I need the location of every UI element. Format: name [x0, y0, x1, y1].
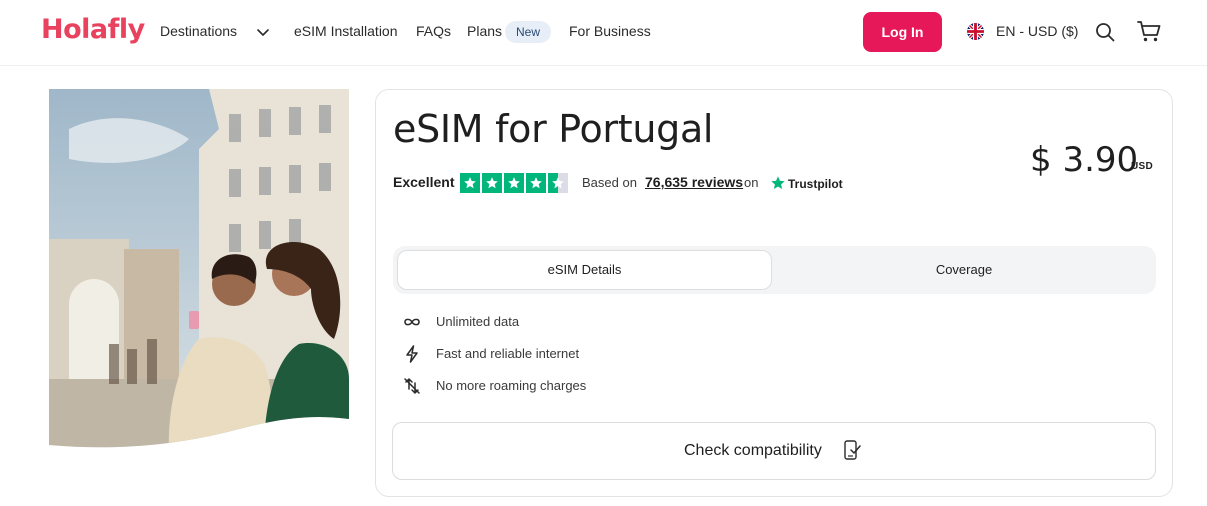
rating-label: Excellent — [393, 174, 455, 190]
star-icon — [526, 173, 546, 193]
nav-destinations[interactable]: Destinations — [160, 23, 237, 39]
hero-image — [49, 89, 349, 448]
uk-flag-icon[interactable] — [967, 23, 984, 40]
trustpilot-star-icon — [771, 176, 785, 189]
half-star-icon — [548, 173, 568, 193]
star-icon — [504, 173, 524, 193]
new-badge: New — [505, 21, 552, 43]
tab-esim-details[interactable]: eSIM Details — [397, 250, 772, 290]
feature-fast-internet: Fast and reliable internet — [436, 346, 580, 361]
page-title: eSIM for Portugal — [393, 107, 714, 151]
tab-coverage[interactable]: Coverage — [775, 250, 1153, 290]
holafly-logo[interactable]: Holafly — [41, 14, 145, 45]
phone-check-icon[interactable] — [843, 440, 861, 460]
nav-faqs[interactable]: FAQs — [416, 23, 451, 39]
price-amount: $ 3.90 — [1030, 140, 1139, 180]
check-compatibility-label[interactable]: Check compatibility — [684, 442, 822, 460]
star-icon — [460, 173, 480, 193]
star-icon — [482, 173, 502, 193]
infinity-icon — [404, 318, 420, 326]
based-on-text: Based on — [582, 175, 637, 190]
language-currency-selector[interactable]: EN - USD ($) — [996, 23, 1078, 39]
cart-icon[interactable] — [1136, 18, 1162, 44]
on-text: on — [744, 175, 759, 190]
nav-for-business[interactable]: For Business — [569, 23, 651, 39]
price-currency: USD — [1131, 161, 1154, 172]
trustpilot-name[interactable]: Trustpilot — [788, 177, 843, 191]
feature-no-roaming: No more roaming charges — [436, 378, 587, 393]
feature-unlimited-data: Unlimited data — [436, 314, 520, 329]
login-button[interactable]: Log In — [863, 12, 942, 52]
chevron-down-icon[interactable] — [256, 25, 270, 39]
site-header: Holafly Destinations eSIM Installation F… — [0, 0, 1207, 66]
nav-esim-installation[interactable]: eSIM Installation — [294, 23, 398, 39]
nav-plans[interactable]: Plans — [467, 23, 502, 39]
search-icon[interactable] — [1094, 21, 1116, 43]
reviews-link[interactable]: 76,635 reviews — [645, 174, 743, 190]
no-roaming-icon — [404, 378, 420, 394]
lightning-icon — [406, 345, 418, 363]
trustpilot-stars — [460, 173, 568, 193]
